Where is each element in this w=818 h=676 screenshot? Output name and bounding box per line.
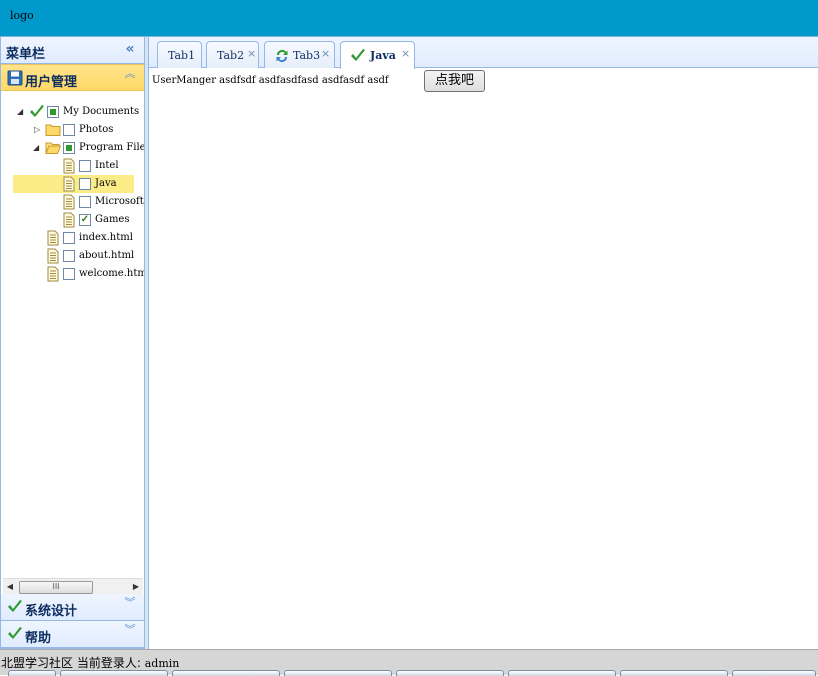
app-header: logo (0, 0, 818, 37)
menu-panel-title: 菜单栏 (6, 47, 46, 62)
tree-node-photos[interactable]: ▷ Photos (13, 121, 144, 139)
tree-node-label: My Documents (63, 106, 140, 117)
menu-panel-header: 菜单栏 « (1, 37, 144, 64)
taskbar-item[interactable] (172, 670, 280, 676)
tab-label: Tab2 (217, 49, 245, 62)
double-chevron-up-icon[interactable]: ︽ (123, 68, 137, 86)
accordion-label: 帮助 (25, 631, 52, 646)
tree-checkbox[interactable] (79, 196, 91, 208)
scroll-right-icon[interactable]: ▶ (131, 582, 141, 592)
tree-checkbox[interactable] (47, 106, 59, 118)
taskbar-item[interactable] (284, 670, 392, 676)
tree-node-label: Microsoft Office (95, 196, 144, 207)
accordion-header-system-design[interactable]: 系统设计 ︾ (1, 594, 144, 621)
scrollbar-thumb[interactable]: III (19, 581, 93, 594)
tree-node-microsoft-office[interactable]: Microsoft Office (13, 193, 144, 211)
accordion-header-help[interactable]: 帮助 ︾ (1, 621, 144, 648)
tree-node-my-documents[interactable]: ◢ My Documents (13, 103, 144, 121)
tree-node-program-files[interactable]: ◢ Program Files (13, 139, 144, 157)
tree-checkbox[interactable] (63, 124, 75, 136)
checkmark-icon (7, 599, 23, 615)
taskbar-item[interactable] (732, 670, 816, 676)
tab-tab1[interactable]: Tab1 (157, 41, 202, 68)
tree-node-label: Intel (95, 160, 119, 171)
double-chevron-down-icon[interactable]: ︾ (123, 597, 137, 615)
collapsed-triangle-icon[interactable]: ▷ (34, 126, 42, 134)
tree-checkbox[interactable] (63, 250, 75, 262)
folder-icon (45, 122, 61, 138)
tree-checkbox[interactable] (63, 232, 75, 244)
tree-checkbox-checked[interactable]: ✓ (79, 214, 91, 226)
menu-panel: 菜单栏 « 用户管理 ︽ ◢ My Documents ▷ Photos ◢ P… (0, 37, 145, 649)
file-icon (61, 158, 77, 174)
file-icon (45, 248, 61, 264)
west-panel: 菜单栏 « 用户管理 ︽ ◢ My Documents ▷ Photos ◢ P… (0, 37, 148, 649)
tree-checkbox[interactable] (79, 160, 91, 172)
logo: logo (10, 9, 34, 22)
horizontal-scrollbar[interactable]: ◀ III ▶ (3, 578, 143, 594)
content-text: UserManger asdfsdf asdfasdfasd asdfasdf … (152, 75, 389, 86)
scroll-left-icon[interactable]: ◀ (5, 582, 15, 592)
tree-node-label: index.html (79, 232, 133, 243)
close-icon[interactable]: × (401, 48, 411, 60)
file-icon (45, 266, 61, 282)
footer-org: 北盟学习社区 (1, 656, 74, 670)
close-icon[interactable]: × (247, 48, 257, 60)
close-icon[interactable]: × (321, 48, 331, 60)
accordion-header-user-management[interactable]: 用户管理 ︽ (1, 64, 144, 91)
tree-node-label: welcome.html (79, 268, 144, 279)
tree-node-intel[interactable]: Intel (13, 157, 144, 175)
tab-label: Tab3 (293, 49, 321, 62)
checkmark-icon (29, 104, 45, 120)
tree-checkbox[interactable] (79, 178, 91, 190)
footer-user: admin (144, 657, 180, 670)
taskbar-item[interactable] (508, 670, 616, 676)
folder-open-icon (45, 140, 61, 156)
reload-icon (274, 48, 290, 64)
tree-node-welcome-html[interactable]: welcome.html (13, 265, 144, 283)
checkmark-icon (7, 626, 23, 642)
tab-strip: Tab1 Tab2 × Tab3 × Java × (149, 37, 818, 69)
footer: 北盟学习社区 当前登录人: admin (0, 649, 818, 676)
file-icon (61, 212, 77, 228)
tab-java[interactable]: Java × (340, 41, 415, 69)
tree-node-label: Games (95, 214, 130, 225)
user-management-tree: ◢ My Documents ▷ Photos ◢ Program Files (1, 93, 144, 579)
click-me-button[interactable]: 点我吧 (424, 70, 485, 92)
taskbar-item[interactable] (60, 670, 168, 676)
center-panel: Tab1 Tab2 × Tab3 × Java × UserManger asd… (148, 37, 818, 649)
double-chevron-down-icon[interactable]: ︾ (123, 624, 137, 642)
tab-label: Tab1 (168, 49, 196, 62)
accordion-label: 系统设计 (25, 604, 78, 619)
expand-triangle-icon[interactable]: ◢ (33, 144, 41, 152)
taskbar-item[interactable] (620, 670, 728, 676)
file-icon (61, 176, 77, 192)
tab-tab3[interactable]: Tab3 × (264, 41, 335, 68)
tree-node-java[interactable]: Java (13, 175, 134, 193)
tab-tab2[interactable]: Tab2 × (206, 41, 259, 68)
file-icon (61, 194, 77, 210)
tree-node-label: Program Files (79, 142, 144, 153)
file-icon (45, 230, 61, 246)
footer-login-label: 当前登录人: (76, 656, 141, 670)
checkmark-icon (350, 48, 366, 64)
os-taskbar-strip (0, 670, 818, 676)
tree-node-label: Java (95, 178, 117, 189)
tree-node-about-html[interactable]: about.html (13, 247, 144, 265)
tab-content: UserManger asdfsdf asdfasdfasd asdfasdf … (149, 69, 818, 649)
expand-triangle-icon[interactable]: ◢ (17, 108, 25, 116)
tree-node-games[interactable]: ✓ Games (13, 211, 144, 229)
taskbar-item[interactable] (8, 670, 56, 676)
tree-node-label: Photos (79, 124, 114, 135)
double-chevron-left-icon[interactable]: « (122, 41, 138, 57)
save-disk-icon (7, 70, 23, 86)
tree-node-index-html[interactable]: index.html (13, 229, 144, 247)
tree-checkbox[interactable] (63, 142, 75, 154)
tree-checkbox[interactable] (63, 268, 75, 280)
footer-info: 北盟学习社区 当前登录人: admin (1, 654, 179, 671)
accordion-label: 用户管理 (25, 75, 78, 90)
tree-node-label: about.html (79, 250, 135, 261)
taskbar-item[interactable] (396, 670, 504, 676)
tab-label: Java (370, 49, 396, 62)
